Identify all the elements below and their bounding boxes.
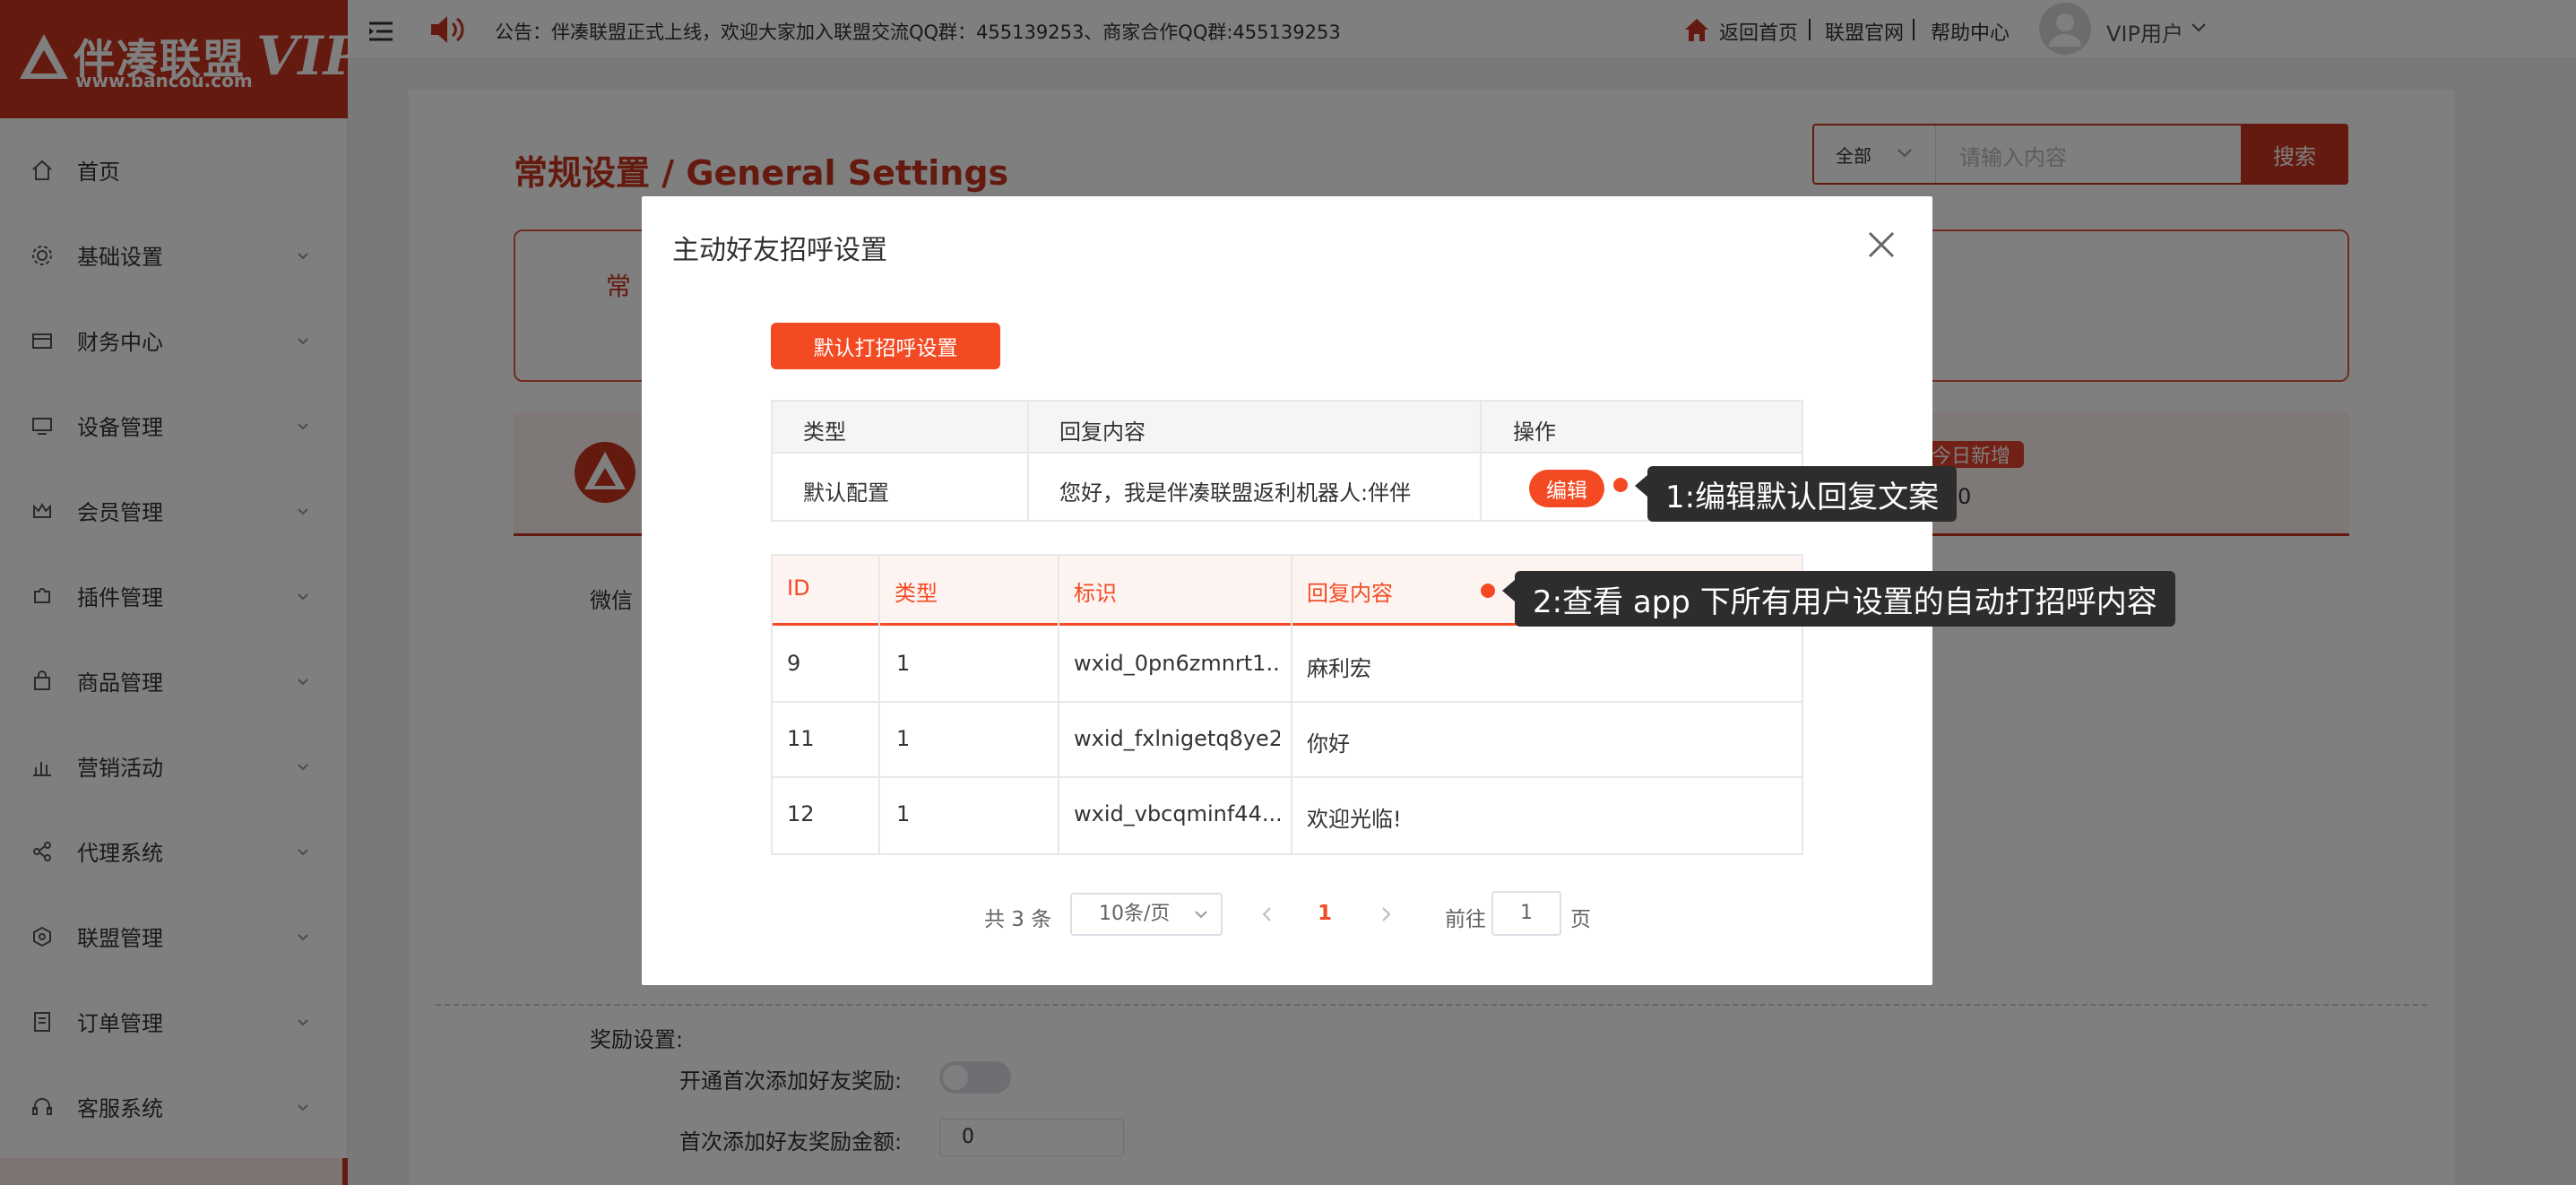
cell-content: 你好 bbox=[1307, 731, 1350, 757]
column-header-id: ID bbox=[787, 575, 810, 601]
cell-type: 1 bbox=[896, 801, 911, 826]
table-row[interactable]: 11 1 wxid_fxlnigetq8ye22 你好 bbox=[773, 703, 1802, 776]
cell-type: 默认配置 bbox=[803, 480, 889, 506]
hint-dot bbox=[1613, 478, 1628, 492]
cell-content: 您好，我是伴凑联盟返利机器人:伴伴 bbox=[1059, 480, 1412, 506]
cell-id: 9 bbox=[787, 651, 801, 676]
edit-button[interactable]: 编辑 bbox=[1529, 470, 1604, 507]
column-header-type: 类型 bbox=[895, 581, 938, 606]
column-header-content: 回复内容 bbox=[1059, 420, 1145, 445]
column-header-type: 类型 bbox=[803, 420, 846, 445]
column-header-tag: 标识 bbox=[1074, 581, 1117, 606]
current-page[interactable]: 1 bbox=[1318, 902, 1332, 925]
cell-id: 12 bbox=[787, 801, 815, 826]
column-header-action: 操作 bbox=[1513, 420, 1556, 445]
prev-page-icon[interactable] bbox=[1258, 905, 1276, 923]
cell-tag: wxid_vbcqminf44... bbox=[1074, 801, 1280, 826]
page-size-select[interactable]: 10条/页 bbox=[1070, 893, 1223, 936]
column-header-content: 回复内容 bbox=[1307, 581, 1393, 606]
goto-label: 前往 bbox=[1445, 908, 1486, 931]
cell-type: 1 bbox=[896, 651, 911, 676]
dialog-title: 主动好友招呼设置 bbox=[672, 235, 887, 266]
table-row[interactable]: 9 1 wxid_0pn6zmnrt1... 麻利宏 bbox=[773, 627, 1802, 701]
cell-tag: wxid_0pn6zmnrt1... bbox=[1074, 651, 1280, 676]
chevron-down-icon bbox=[1195, 911, 1207, 919]
cell-content: 麻利宏 bbox=[1307, 656, 1371, 681]
default-greeting-button[interactable]: 默认打招呼设置 bbox=[771, 323, 1000, 369]
close-icon[interactable] bbox=[1866, 229, 1897, 260]
cell-tag: wxid_fxlnigetq8ye22 bbox=[1074, 726, 1280, 751]
cell-id: 11 bbox=[787, 726, 815, 751]
column-divider bbox=[1027, 402, 1029, 520]
table-header bbox=[773, 402, 1802, 454]
cell-content: 欢迎光临! bbox=[1307, 807, 1402, 832]
tooltip-arrow bbox=[1502, 580, 1515, 601]
goto-page-input[interactable]: 1 bbox=[1491, 891, 1561, 936]
column-divider bbox=[1480, 402, 1482, 520]
tooltip-arrow bbox=[1635, 475, 1647, 497]
page-size-value: 10条/页 bbox=[1099, 903, 1171, 925]
next-page-icon[interactable] bbox=[1377, 905, 1395, 923]
table-row[interactable]: 12 1 wxid_vbcqminf44... 欢迎光临! bbox=[773, 778, 1802, 853]
page-unit-label: 页 bbox=[1570, 908, 1591, 931]
list-hint-tooltip: 2:查看 app 下所有用户设置的自动打招呼内容 bbox=[1515, 571, 2175, 627]
cell-type: 1 bbox=[896, 726, 911, 751]
hint-dot bbox=[1481, 584, 1495, 598]
pagination-total: 共 3 条 bbox=[984, 908, 1052, 931]
edit-hint-tooltip: 1:编辑默认回复文案 bbox=[1647, 466, 1958, 522]
